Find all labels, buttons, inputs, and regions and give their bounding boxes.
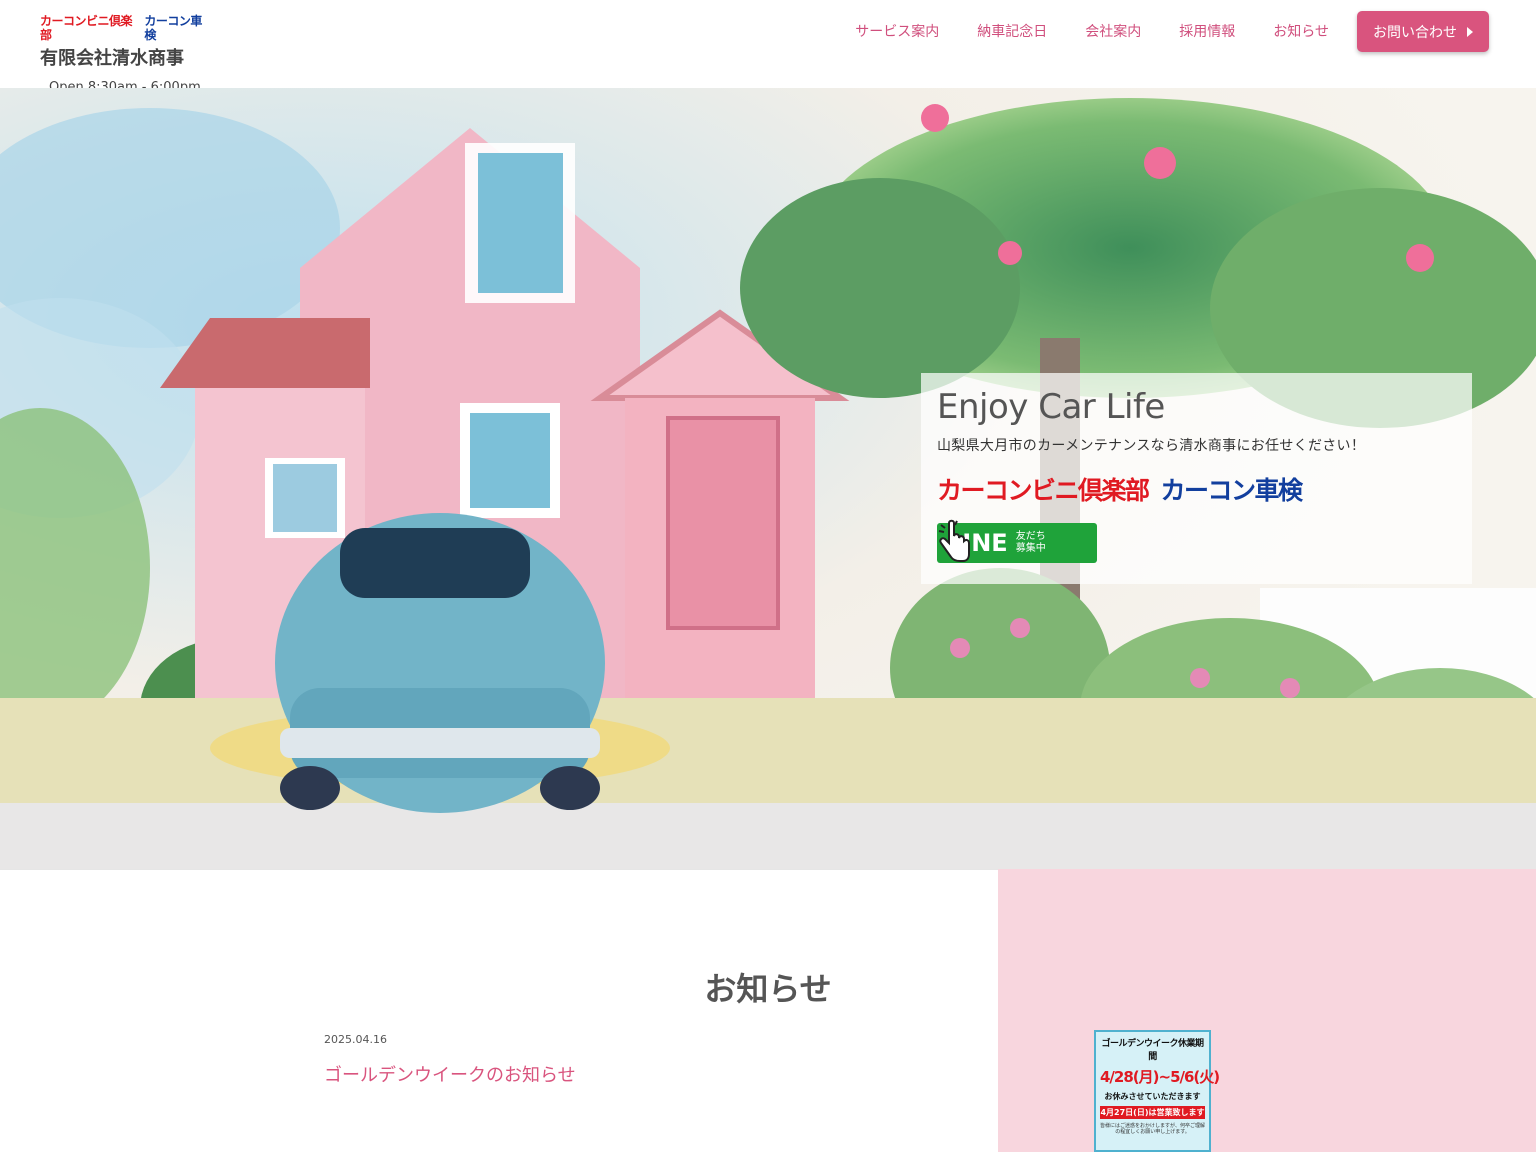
- hero-brand-logos: カーコンビニ倶楽部 カーコン車検: [937, 471, 1456, 507]
- line-friend-text-1: 友だち: [1015, 531, 1046, 542]
- nav-news[interactable]: お知らせ: [1254, 22, 1348, 42]
- nav-recruit[interactable]: 採用情報: [1160, 22, 1254, 42]
- hero-brand-carcon-club[interactable]: カーコンビニ倶楽部: [937, 471, 1150, 507]
- hero-title: Enjoy Car Life: [937, 387, 1165, 427]
- holiday-poster-image[interactable]: ゴールデンウイーク休業期間 4/28(月)~5/6(火) お休みさせていただきま…: [1094, 1030, 1220, 1152]
- poster-rest: お休みさせていただきます: [1104, 1092, 1201, 1101]
- pointing-hand-icon: [938, 519, 970, 562]
- nav-services[interactable]: サービス案内: [836, 22, 958, 42]
- poster-dates: 4/28(月)~5/6(火): [1100, 1068, 1220, 1086]
- line-friend-text-2: 募集中: [1015, 543, 1046, 554]
- company-name: 有限会社清水商事: [40, 48, 184, 69]
- poster-open-day: 4月27日(日)は営業致します: [1100, 1106, 1205, 1119]
- news-section: [0, 869, 998, 1152]
- news-date: 2025.04.16: [324, 1033, 387, 1046]
- chevron-right-icon: [1467, 26, 1473, 37]
- hero-message-panel: Enjoy Car Life 山梨県大月市のカーメンテナンスなら清水商事にお任せ…: [921, 373, 1472, 584]
- nav-delivery-day[interactable]: 納車記念日: [958, 22, 1066, 42]
- logo-brands: カーコンビニ倶楽部 カーコン車検: [40, 14, 210, 42]
- news-item-link[interactable]: ゴールデンウイークのお知らせ: [324, 1061, 576, 1087]
- poster-note: 皆様にはご迷惑をおかけしますが、何卒ご理解の程宜しくお願い申し上げます。: [1100, 1123, 1205, 1135]
- news-heading: お知らせ: [704, 970, 832, 1008]
- line-friend-text: 友だち 募集中: [1016, 531, 1046, 555]
- line-friend-button[interactable]: LINE 友だち 募集中: [937, 519, 1099, 567]
- site-logo[interactable]: カーコンビニ倶楽部 カーコン車検 有限会社清水商事 Open 8:30am - …: [40, 14, 210, 95]
- nav-company[interactable]: 会社案内: [1066, 22, 1160, 42]
- site-header: カーコンビニ倶楽部 カーコン車検 有限会社清水商事 Open 8:30am - …: [0, 0, 1536, 95]
- hero-brand-carcon-shaken[interactable]: カーコン車検: [1161, 471, 1304, 507]
- contact-button[interactable]: お問い合わせ: [1357, 11, 1489, 52]
- main-nav: サービス案内 納車記念日 会社案内 採用情報 お知らせ: [836, 22, 1348, 42]
- poster-title: ゴールデンウイーク休業期間: [1101, 1039, 1204, 1062]
- hero-section: Enjoy Car Life 山梨県大月市のカーメンテナンスなら清水商事にお任せ…: [0, 88, 1536, 869]
- hero-subtitle: 山梨県大月市のカーメンテナンスなら清水商事にお任せください！: [937, 438, 1366, 454]
- contact-button-label: お問い合わせ: [1373, 24, 1457, 41]
- logo-brand-carcon-shaken: カーコン車検: [144, 14, 202, 42]
- logo-brand-carcon-club: カーコンビニ倶楽部: [40, 14, 133, 42]
- news-side-panel: [998, 869, 1536, 1152]
